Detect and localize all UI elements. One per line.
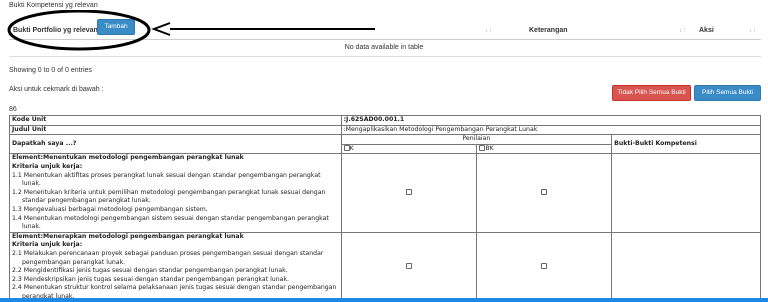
kode-unit-value: :J.62SAD00.001.1	[340, 115, 762, 126]
highlight-ellipse-annotation	[7, 10, 151, 51]
bk-checkbox-cell	[476, 231, 613, 302]
k-checkbox-cell	[340, 231, 478, 302]
sort-icon[interactable]: ↓↑	[679, 22, 686, 40]
kriteria-item: 1.1 Menentukan aktifitas proses perangka…	[12, 171, 321, 188]
k-checkbox[interactable]	[405, 188, 412, 195]
table-row: Dapatkah saya ...? Penilaian Bukti-Bukti…	[9, 134, 761, 155]
element-cell: Element:Menentukan metodologi pengembang…	[9, 153, 342, 233]
action-hint: Aksi untuk cekmark di bawah :	[9, 86, 104, 93]
k-checkbox-cell	[340, 153, 478, 233]
empty-table-message: No data available in table	[344, 44, 424, 51]
bukti-cell	[611, 231, 761, 302]
option-k-header: K	[340, 143, 478, 155]
kriteria-item: 1.3 Mengevaluasi berbagai metodologi pen…	[12, 205, 208, 213]
bottom-scroll-bar	[0, 298, 768, 302]
section-label: Bukti Kompetensi yg relevan	[9, 2, 98, 9]
element-title: Element:Menentukan metodologi pengembang…	[12, 154, 244, 162]
divider	[9, 56, 761, 57]
element-title: Element:Menerapkan metodologi pengembang…	[12, 232, 244, 240]
kriteria-item: 2.1 Melakukan perencanaan proyek sebagai…	[12, 249, 324, 266]
col-keterangan[interactable]: Keterangan	[529, 22, 568, 40]
kriteria-item: 1.4 Menentukan metodologi pengembangan s…	[12, 214, 329, 231]
arrow-annotation-icon	[151, 22, 375, 36]
penilaian-header: Penilaian	[340, 134, 613, 145]
judul-unit-value: :Mengaplikasikan Metodologi Pengembangan…	[340, 124, 762, 136]
element-cell: Element:Menerapkan metodologi pengembang…	[9, 231, 342, 302]
kriteria-item: 1.2 Menentukan kriteria untuk pemilihan …	[12, 188, 326, 205]
element-row: Element:Menerapkan metodologi pengembang…	[9, 231, 761, 302]
bukti-kompetensi-header: Bukti-Bukti Kompetensi	[611, 134, 761, 155]
sort-icon[interactable]: ↓↑	[485, 22, 492, 40]
bukti-cell	[611, 153, 761, 233]
check-all-button[interactable]: Pilih Semua Bukti	[694, 85, 761, 101]
bk-checkbox-cell	[476, 153, 613, 233]
kriteria-item: 2.2 Mengidentifikasi jenis tugas sesuai …	[12, 267, 288, 275]
bk-checkbox[interactable]	[541, 188, 548, 195]
element-row: Element:Menentukan metodologi pengembang…	[9, 153, 761, 233]
table-row: Judul Unit :Mengaplikasikan Metodologi P…	[9, 124, 762, 136]
k-checkbox[interactable]	[405, 262, 412, 269]
option-bk-header: BK	[476, 143, 613, 155]
kode-unit-label: Kode Unit	[9, 115, 342, 126]
entries-info: Showing 0 to 0 of 0 entries	[9, 67, 92, 74]
sort-icon[interactable]: ↓↑	[749, 22, 756, 40]
kriteria-label: Kriteria unjuk kerja:	[12, 162, 83, 170]
uncheck-all-button[interactable]: Tidak Pilih Semua Bukti	[612, 85, 691, 101]
table-row: Kode Unit :J.62SAD00.001.1	[9, 115, 762, 126]
bk-checkbox[interactable]	[541, 262, 548, 269]
judul-unit-label: Judul Unit	[9, 124, 342, 136]
col-aksi[interactable]: Aksi	[699, 22, 714, 40]
kriteria-item: 2.3 Mendeskripsikan jenis tugas sesuai d…	[12, 275, 289, 283]
competency-table: Kode Unit :J.62SAD00.001.1 Judul Unit :M…	[9, 115, 762, 302]
kriteria-label: Kriteria unjuk kerja:	[12, 241, 83, 249]
question-label: Dapatkah saya ...?	[9, 134, 342, 155]
count-value: 86	[9, 106, 17, 113]
